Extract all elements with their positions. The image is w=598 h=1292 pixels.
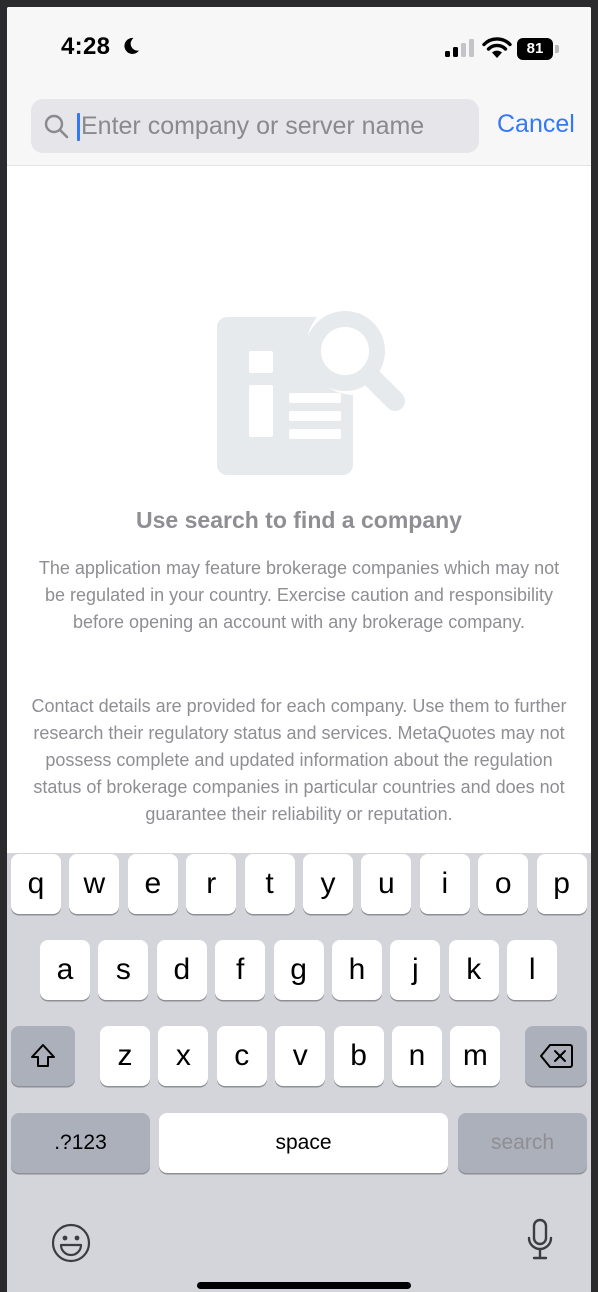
key-w[interactable]: w: [69, 854, 120, 914]
key-b[interactable]: b: [333, 1026, 384, 1086]
key-l[interactable]: l: [507, 940, 558, 1000]
search-placeholder: Enter company or server name: [81, 112, 425, 140]
battery-level: 81: [526, 40, 544, 57]
status-time: 4:28: [61, 33, 111, 60]
key-o[interactable]: o: [478, 854, 529, 914]
empty-state-title: Use search to find a company: [136, 507, 462, 533]
battery-icon: 81: [517, 38, 561, 60]
key-p[interactable]: p: [536, 854, 587, 914]
key-g[interactable]: g: [273, 940, 324, 1000]
key-h[interactable]: h: [332, 940, 382, 1000]
key-r[interactable]: r: [186, 854, 237, 914]
key-f[interactable]: f: [215, 940, 266, 1000]
key-z[interactable]: z: [100, 1026, 150, 1086]
shift-key[interactable]: [11, 1026, 75, 1086]
home-indicator: [197, 1282, 411, 1289]
search-icon: [44, 114, 69, 139]
key-s[interactable]: s: [98, 940, 149, 1000]
key-i[interactable]: i: [419, 854, 470, 914]
search-input[interactable]: Enter company or server name: [31, 99, 479, 153]
disclaimer-paragraph: The application may feature brokerage co…: [38, 558, 560, 632]
wifi-icon: [482, 37, 512, 58]
microphone-icon[interactable]: [525, 1217, 555, 1265]
cancel-button[interactable]: Cancel: [497, 110, 575, 139]
key-a[interactable]: a: [40, 940, 90, 1000]
search-key[interactable]: search: [458, 1113, 587, 1173]
backspace-icon: [540, 1044, 573, 1068]
app-screen: 4:28 81 Enter company or server name Can…: [7, 7, 591, 1292]
backspace-key[interactable]: [525, 1026, 587, 1086]
moon-icon: [124, 37, 139, 54]
cellular-signal-icon: [445, 39, 474, 57]
key-n[interactable]: n: [392, 1026, 442, 1086]
emoji-icon[interactable]: [51, 1223, 91, 1263]
key-d[interactable]: d: [156, 940, 207, 1000]
key-c[interactable]: c: [216, 1026, 267, 1086]
key-e[interactable]: e: [127, 854, 178, 914]
contact-details-paragraph: Contact details are provided for each co…: [31, 696, 567, 824]
key-y[interactable]: y: [303, 854, 353, 914]
shift-icon: [31, 1044, 55, 1067]
space-key[interactable]: space: [159, 1113, 448, 1173]
key-q[interactable]: q: [11, 854, 61, 914]
status-bar: 4:28 81: [7, 7, 591, 87]
key-t[interactable]: t: [244, 854, 295, 914]
key-v[interactable]: v: [275, 1026, 326, 1086]
key-m[interactable]: m: [450, 1026, 501, 1086]
document-search-icon: [217, 311, 405, 475]
key-x[interactable]: x: [158, 1026, 209, 1086]
key-j[interactable]: j: [390, 940, 441, 1000]
numbers-key[interactable]: .?123: [11, 1113, 150, 1173]
search-header: Enter company or server name Cancel: [7, 87, 591, 166]
key-k[interactable]: k: [448, 940, 499, 1000]
key-u[interactable]: u: [361, 854, 412, 914]
text-cursor: [77, 113, 80, 141]
